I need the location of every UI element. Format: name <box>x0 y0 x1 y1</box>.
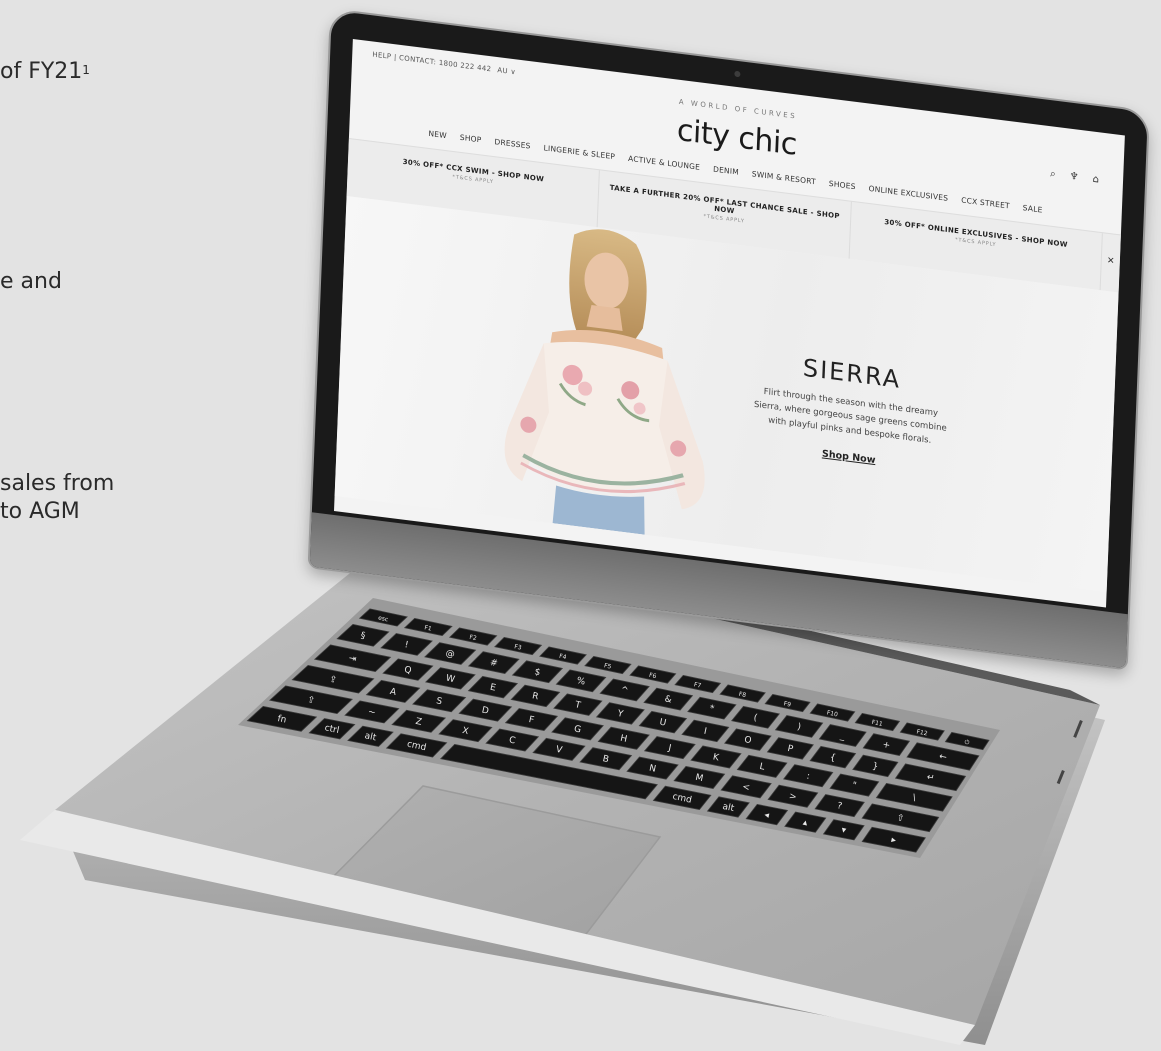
nav-item-swim[interactable]: SWIM & RESORT <box>752 169 816 186</box>
nav-item-sale[interactable]: SALE <box>1023 203 1043 214</box>
laptop-scene: esc F1 F2 F3 F4 F5 F6 F7 F8 F9 F10 F11 F12 ⏻ §! @ # $% ^ & *… <box>0 0 1161 1051</box>
nav-item-shop[interactable]: SHOP <box>460 133 482 145</box>
nav-item-ccx-street[interactable]: CCX STREET <box>961 195 1010 210</box>
account-icon[interactable]: ♆ <box>1069 171 1078 183</box>
nav-item-online-exclusives[interactable]: ONLINE EXCLUSIVES <box>868 184 948 203</box>
close-icon[interactable]: ✕ <box>1101 233 1121 292</box>
nav-item-lingerie[interactable]: LINGERIE & SLEEP <box>543 143 615 161</box>
search-icon[interactable]: ⌕ <box>1050 168 1056 180</box>
camera <box>734 70 741 78</box>
laptop-lid: HELP | CONTACT: 1800 222 442 AU ∨ A WORL… <box>307 8 1151 671</box>
hero-copy: SIERRA Flirt through the season with the… <box>748 347 952 476</box>
bag-icon[interactable]: ⌂ <box>1092 174 1099 186</box>
nav-item-shoes[interactable]: SHOES <box>829 179 856 191</box>
nav-item-active[interactable]: ACTIVE & LOUNGE <box>628 154 700 172</box>
shop-now-link[interactable]: Shop Now <box>822 448 876 466</box>
nav-item-denim[interactable]: DENIM <box>713 164 739 176</box>
city-chic-logo[interactable]: city chic <box>676 112 797 162</box>
screen: HELP | CONTACT: 1800 222 442 AU ∨ A WORL… <box>334 39 1125 608</box>
nav-item-new[interactable]: NEW <box>428 129 447 140</box>
nav-item-dresses[interactable]: DRESSES <box>494 137 531 151</box>
model-image <box>504 229 705 535</box>
